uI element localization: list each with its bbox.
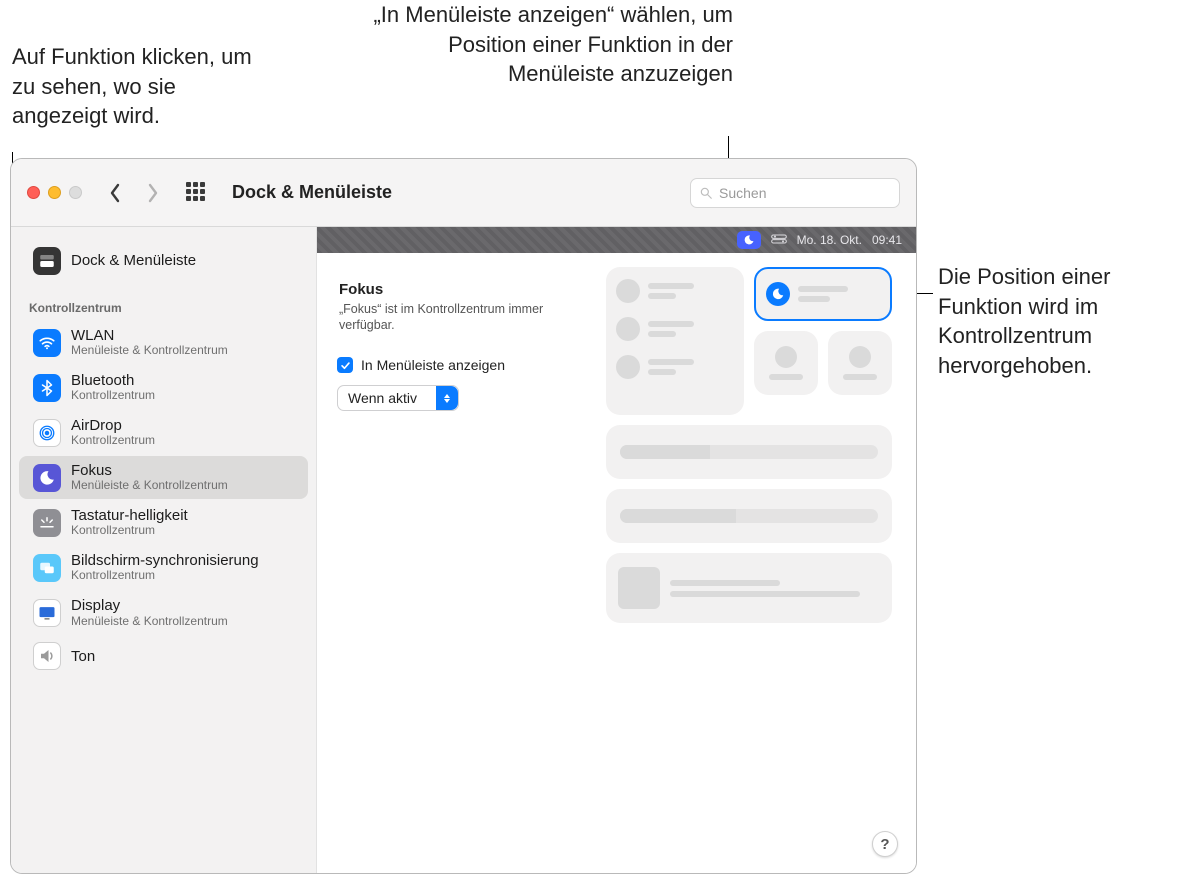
sidebar-item-focus[interactable]: Fokus Menüleiste & Kontrollzentrum (19, 456, 308, 499)
popup-value: Wenn aktiv (338, 390, 436, 406)
sound-icon (33, 642, 61, 670)
sidebar-item-sublabel: Menüleiste & Kontrollzentrum (71, 344, 228, 358)
callout-highlight-cc: Die Position einer Funktion wird im Kont… (938, 262, 1178, 381)
help-button[interactable]: ? (872, 831, 898, 857)
minimize-window-button[interactable] (48, 186, 61, 199)
traffic-lights (27, 186, 82, 199)
search-input[interactable]: Suchen (690, 178, 900, 208)
sidebar-item-keyboard-brightness[interactable]: Tastatur-helligkeit Kontrollzentrum (19, 501, 308, 544)
cc-card-small (754, 331, 818, 395)
sidebar-item-wlan[interactable]: WLAN Menüleiste & Kontrollzentrum (19, 321, 308, 364)
sidebar-section-header: Kontrollzentrum (11, 291, 316, 319)
focus-icon (33, 464, 61, 492)
cc-card-media (606, 553, 892, 623)
callout-show-in-menubar: „In Menüleiste anzeigen“ wählen, um Posi… (373, 0, 733, 89)
sidebar-item-sublabel: Kontrollzentrum (71, 524, 188, 538)
sidebar-item-sublabel: Kontrollzentrum (71, 389, 155, 403)
sidebar-item-label: Bildschirm-synchronisierung (71, 552, 259, 569)
airdrop-icon (33, 419, 61, 447)
bluetooth-icon (33, 374, 61, 402)
menubar-preview: Mo. 18. Okt. 09:41 (317, 227, 916, 253)
sidebar-item-sublabel: Menüleiste & Kontrollzentrum (71, 615, 228, 629)
checkbox-checked-icon (337, 357, 353, 373)
detail-heading: Fokus (339, 281, 579, 298)
sidebar-item-label: AirDrop (71, 417, 155, 434)
sidebar-item-label: Ton (71, 648, 95, 665)
menubar-focus-indicator (737, 231, 761, 249)
cc-card-small (828, 331, 892, 395)
sidebar-item-dock-menubar[interactable]: Dock & Menüleiste (19, 241, 308, 281)
screen-mirroring-icon (33, 554, 61, 582)
checkbox-label: In Menüleiste anzeigen (361, 357, 505, 373)
show-all-prefs-button[interactable] (186, 182, 208, 204)
show-in-menubar-checkbox[interactable]: In Menüleiste anzeigen (337, 357, 505, 373)
popup-stepper-icon (436, 386, 458, 410)
sidebar-item-screen-mirroring[interactable]: Bildschirm-synchronisierung Kontrollzent… (19, 546, 308, 589)
sidebar-item-sublabel: Kontrollzentrum (71, 434, 155, 448)
sidebar-item-bluetooth[interactable]: Bluetooth Kontrollzentrum (19, 366, 308, 409)
control-center-preview (606, 267, 902, 623)
search-icon (699, 186, 713, 200)
sidebar-item-sublabel: Kontrollzentrum (71, 569, 259, 583)
wifi-icon (33, 329, 61, 357)
sidebar-item-label: Bluetooth (71, 372, 155, 389)
window-toolbar: Dock & Menüleiste Suchen (11, 159, 916, 227)
cc-card-slider (606, 425, 892, 479)
detail-text: Fokus „Fokus“ ist im Kontrollzentrum imm… (339, 281, 579, 333)
display-icon (33, 599, 61, 627)
search-placeholder: Suchen (719, 185, 766, 201)
sidebar-item-sublabel: Menüleiste & Kontrollzentrum (71, 479, 228, 493)
cc-card-focus-highlighted (754, 267, 892, 321)
cc-card-connectivity (606, 267, 744, 415)
sidebar-item-display[interactable]: Display Menüleiste & Kontrollzentrum (19, 591, 308, 634)
sidebar-item-label: WLAN (71, 327, 228, 344)
sidebar-item-airdrop[interactable]: AirDrop Kontrollzentrum (19, 411, 308, 454)
close-window-button[interactable] (27, 186, 40, 199)
sidebar-item-label: Fokus (71, 462, 228, 479)
sidebar: Dock & Menüleiste Kontrollzentrum WLAN M… (11, 227, 317, 873)
detail-description: „Fokus“ ist im Kontrollzentrum immer ver… (339, 302, 579, 333)
dock-icon (33, 247, 61, 275)
sidebar-item-label: Display (71, 597, 228, 614)
keyboard-brightness-icon (33, 509, 61, 537)
prefs-window: Dock & Menüleiste Suchen Dock & Menüleis… (10, 158, 917, 874)
focus-icon (766, 282, 790, 306)
nav-forward-button[interactable] (142, 182, 164, 204)
menubar-date: Mo. 18. Okt. (797, 233, 862, 247)
content-pane: Mo. 18. Okt. 09:41 Fokus „Fokus“ ist im … (317, 227, 916, 873)
zoom-window-button[interactable] (69, 186, 82, 199)
when-active-popup[interactable]: Wenn aktiv (337, 385, 459, 411)
nav-back-button[interactable] (104, 182, 126, 204)
sidebar-item-sound[interactable]: Ton (19, 636, 308, 676)
sidebar-item-label: Tastatur-helligkeit (71, 507, 188, 524)
window-title: Dock & Menüleiste (232, 182, 392, 203)
callout-click-function: Auf Funktion klicken, um zu sehen, wo si… (12, 42, 272, 131)
menubar-time: 09:41 (872, 233, 902, 247)
cc-card-slider (606, 489, 892, 543)
control-center-icon (771, 233, 787, 247)
sidebar-item-label: Dock & Menüleiste (71, 252, 196, 269)
